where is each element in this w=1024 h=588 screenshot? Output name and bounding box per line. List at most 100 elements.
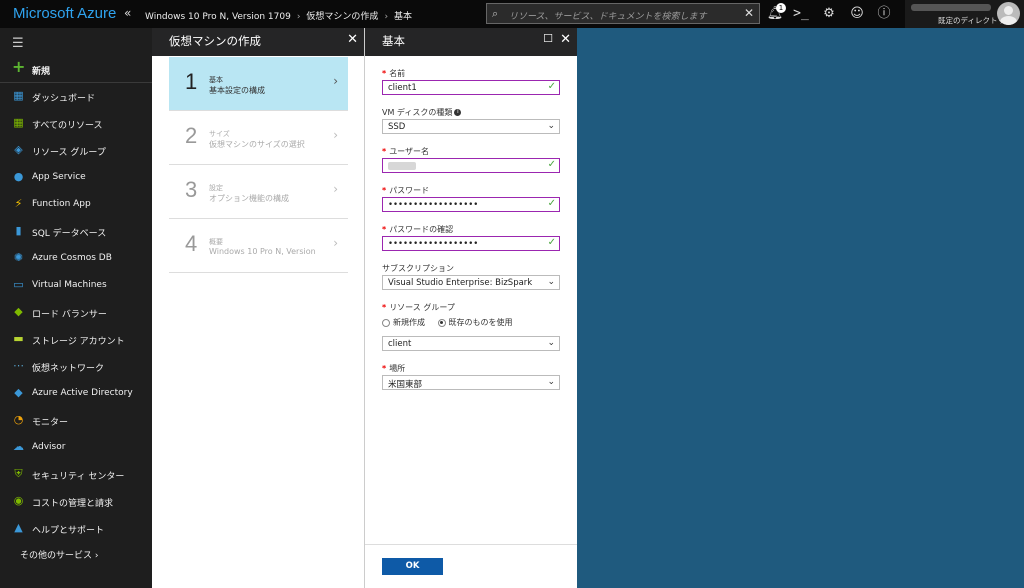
chevron-down-icon: ⌄ bbox=[547, 277, 555, 287]
sidebar-item-monitor[interactable]: ◔ モニター bbox=[0, 407, 152, 434]
confirm-password-label: * パスワードの確認 bbox=[382, 225, 454, 234]
resource-group-label: * リソース グループ bbox=[382, 303, 455, 312]
name-value: client1 bbox=[388, 83, 417, 93]
disk-type-label: VM ディスクの種類 i bbox=[382, 107, 462, 118]
sidebar-item-shield[interactable]: ⛨ セキュリティ センター bbox=[0, 461, 152, 488]
breadcrumb: Windows 10 Pro N, Version 1709 › 仮想マシンの作成 ›… bbox=[145, 9, 412, 22]
sidebar-item-load-balancer[interactable]: ◆ ロード バランサー bbox=[0, 299, 152, 326]
sidebar-item-label: リソース グループ bbox=[32, 148, 106, 158]
sidebar-item-label: Function App bbox=[32, 199, 91, 209]
search-placeholder: リソース、サービス、ドキュメントを検索します bbox=[509, 12, 707, 22]
wizard-step-3[interactable]: 3 設定 オプション機能の構成 › bbox=[169, 165, 348, 219]
sidebar-item-sql[interactable]: ▮ SQL データベース bbox=[0, 218, 152, 245]
step-subtitle: 仮想マシンのサイズの選択 bbox=[209, 140, 305, 149]
sidebar-item-plus[interactable]: + 新規 bbox=[0, 56, 152, 83]
username-field[interactable]: ✓ bbox=[382, 158, 560, 173]
sidebar-item-dashboard[interactable]: ▦ ダッシュボード bbox=[0, 83, 152, 110]
sidebar-item-function[interactable]: ⚡ Function App bbox=[0, 191, 152, 218]
step-title: サイズ bbox=[209, 130, 230, 138]
username-label: * ユーザー名 bbox=[382, 147, 430, 156]
subscription-label: サブスクリプション bbox=[382, 264, 454, 273]
sidebar-item-label: コストの管理と請求 bbox=[32, 499, 114, 509]
cloud-shell-icon[interactable]: >_ bbox=[790, 4, 812, 24]
sidebar-item-aad[interactable]: ◆ Azure Active Directory bbox=[0, 380, 152, 407]
blade-header: 仮想マシンの作成 ✕ bbox=[152, 28, 364, 56]
step-title: 設定 bbox=[209, 184, 223, 192]
search-input[interactable]: ⌕ リソース、サービス、ドキュメントを検索します ✕ bbox=[486, 3, 760, 24]
sidebar-item-vnet[interactable]: ⋯ 仮想ネットワーク bbox=[0, 353, 152, 380]
info-icon: i bbox=[454, 109, 462, 116]
sidebar-item-label: Advisor bbox=[32, 442, 66, 452]
account-menu[interactable]: 既定のディレクトリ bbox=[905, 0, 1024, 28]
sidebar-item-advisor[interactable]: ☁ Advisor bbox=[0, 434, 152, 461]
storage-icon: ▬ bbox=[13, 332, 24, 345]
disk-type-select[interactable]: SSD ⌄ bbox=[382, 119, 560, 134]
wizard-step-4[interactable]: 4 概要Windows 10 Pro N, Version 1709 › bbox=[169, 219, 348, 273]
create-vm-blade: 仮想マシンの作成 ✕ 1 基本 基本設定の構成 › 2 サイズ 仮想マシンのサイズの選択 › 3… bbox=[152, 28, 365, 588]
sidebar-item-grid[interactable]: ▦ すべてのリソース bbox=[0, 110, 152, 137]
sidebar-item-label: ダッシュボード bbox=[32, 94, 96, 104]
app-service-icon: ● bbox=[13, 170, 24, 183]
sidebar-item-label: すべてのリソース bbox=[32, 121, 103, 131]
help-icon[interactable]: ⓘ bbox=[873, 4, 895, 24]
confirm-password-field[interactable]: •••••••••••••••••• ✓ bbox=[382, 236, 560, 251]
location-select[interactable]: 米国東部 ⌄ bbox=[382, 375, 560, 390]
chevron-down-icon: ⌄ bbox=[547, 338, 555, 348]
subscription-select[interactable]: Visual Studio Enterprise: BizSpark ⌄ bbox=[382, 275, 560, 290]
chevron-down-icon: ⌄ bbox=[547, 377, 555, 387]
step-number: 2 bbox=[185, 123, 198, 148]
footer-divider bbox=[365, 544, 577, 545]
radio-use-existing[interactable] bbox=[437, 318, 446, 327]
close-icon[interactable]: ✕ bbox=[347, 32, 358, 47]
function-icon: ⚡ bbox=[14, 197, 23, 210]
close-icon[interactable]: ✕ bbox=[560, 32, 571, 47]
notifications-bell-icon[interactable]: 🔔︎ 1 bbox=[764, 3, 786, 24]
clear-search-icon[interactable]: ✕ bbox=[744, 6, 754, 20]
sidebar-item-label: ヘルプとサポート bbox=[32, 526, 105, 536]
location-value: 米国東部 bbox=[388, 380, 423, 390]
hamburger-menu-icon[interactable]: ☰ bbox=[12, 36, 24, 51]
resource-group-select[interactable]: client ⌄ bbox=[382, 336, 560, 351]
notification-badge: 1 bbox=[776, 3, 786, 13]
chevron-down-icon: ⌄ bbox=[547, 121, 555, 131]
radio-create-new[interactable] bbox=[382, 318, 390, 327]
plus-icon: + bbox=[12, 57, 26, 76]
sidebar-item-cosmos[interactable]: ✺ Azure Cosmos DB bbox=[0, 245, 152, 272]
feedback-smiley-icon[interactable]: ☺ bbox=[846, 4, 868, 24]
sidebar-item-vm[interactable]: ▭ Virtual Machines bbox=[0, 272, 152, 299]
sidebar-item-resource-group[interactable]: ◈ リソース グループ bbox=[0, 137, 152, 164]
step-subtitle: Windows 10 Pro N, Version 1709 bbox=[209, 247, 317, 256]
wizard-step-2[interactable]: 2 サイズ仮想マシンのサイズの選択 › bbox=[169, 111, 348, 165]
breadcrumb-item-create-vm[interactable]: 仮想マシンの作成 bbox=[306, 12, 378, 22]
collapse-breadcrumb-icon[interactable]: « bbox=[124, 6, 131, 20]
settings-gear-icon[interactable]: ⚙ bbox=[818, 4, 840, 24]
sidebar-item-help-person[interactable]: ▲ ヘルプとサポート bbox=[0, 515, 152, 542]
chevron-right-icon: › bbox=[333, 128, 338, 142]
sidebar-item-storage[interactable]: ▬ ストレージ アカウント bbox=[0, 326, 152, 353]
username-redacted bbox=[388, 162, 416, 170]
name-label: * 名前 bbox=[382, 69, 406, 78]
left-nav: ☰ + 新規 ▦ ダッシュボード ▦ すべてのリソース ◈ リソース グループ ● App Ser… bbox=[0, 28, 152, 588]
avatar[interactable] bbox=[997, 2, 1020, 25]
azure-brand[interactable]: Microsoft Azure bbox=[13, 5, 116, 22]
password-field[interactable]: •••••••••••••••••• ✓ bbox=[382, 197, 560, 212]
check-icon: ✓ bbox=[547, 198, 556, 209]
sidebar-item-label: モニター bbox=[32, 418, 69, 428]
ok-button[interactable]: OK bbox=[382, 558, 443, 575]
step-number: 1 bbox=[185, 69, 198, 94]
chevron-right-icon: › bbox=[384, 12, 389, 22]
breadcrumb-item-basics[interactable]: 基本 bbox=[394, 12, 412, 22]
sidebar-item-cost[interactable]: ◉ コストの管理と請求 bbox=[0, 488, 152, 515]
wizard-step-1[interactable]: 1 基本 基本設定の構成 › bbox=[169, 57, 348, 111]
location-label: * 場所 bbox=[382, 364, 406, 373]
step-subtitle: オプション機能の構成 bbox=[209, 194, 289, 203]
sidebar-item-label: 新規 bbox=[32, 67, 51, 77]
more-services-link[interactable]: その他のサービス › bbox=[20, 548, 98, 561]
top-bar: Microsoft Azure « Windows 10 Pro N, Vers… bbox=[0, 0, 1024, 28]
name-field[interactable]: client1 ✓ bbox=[382, 80, 560, 95]
maximize-icon[interactable]: ☐ bbox=[543, 32, 553, 45]
chevron-right-icon: › bbox=[333, 182, 338, 196]
sql-icon: ▮ bbox=[15, 224, 22, 237]
sidebar-item-app-service[interactable]: ● App Service bbox=[0, 164, 152, 191]
breadcrumb-item-image[interactable]: Windows 10 Pro N, Version 1709 bbox=[145, 12, 291, 22]
